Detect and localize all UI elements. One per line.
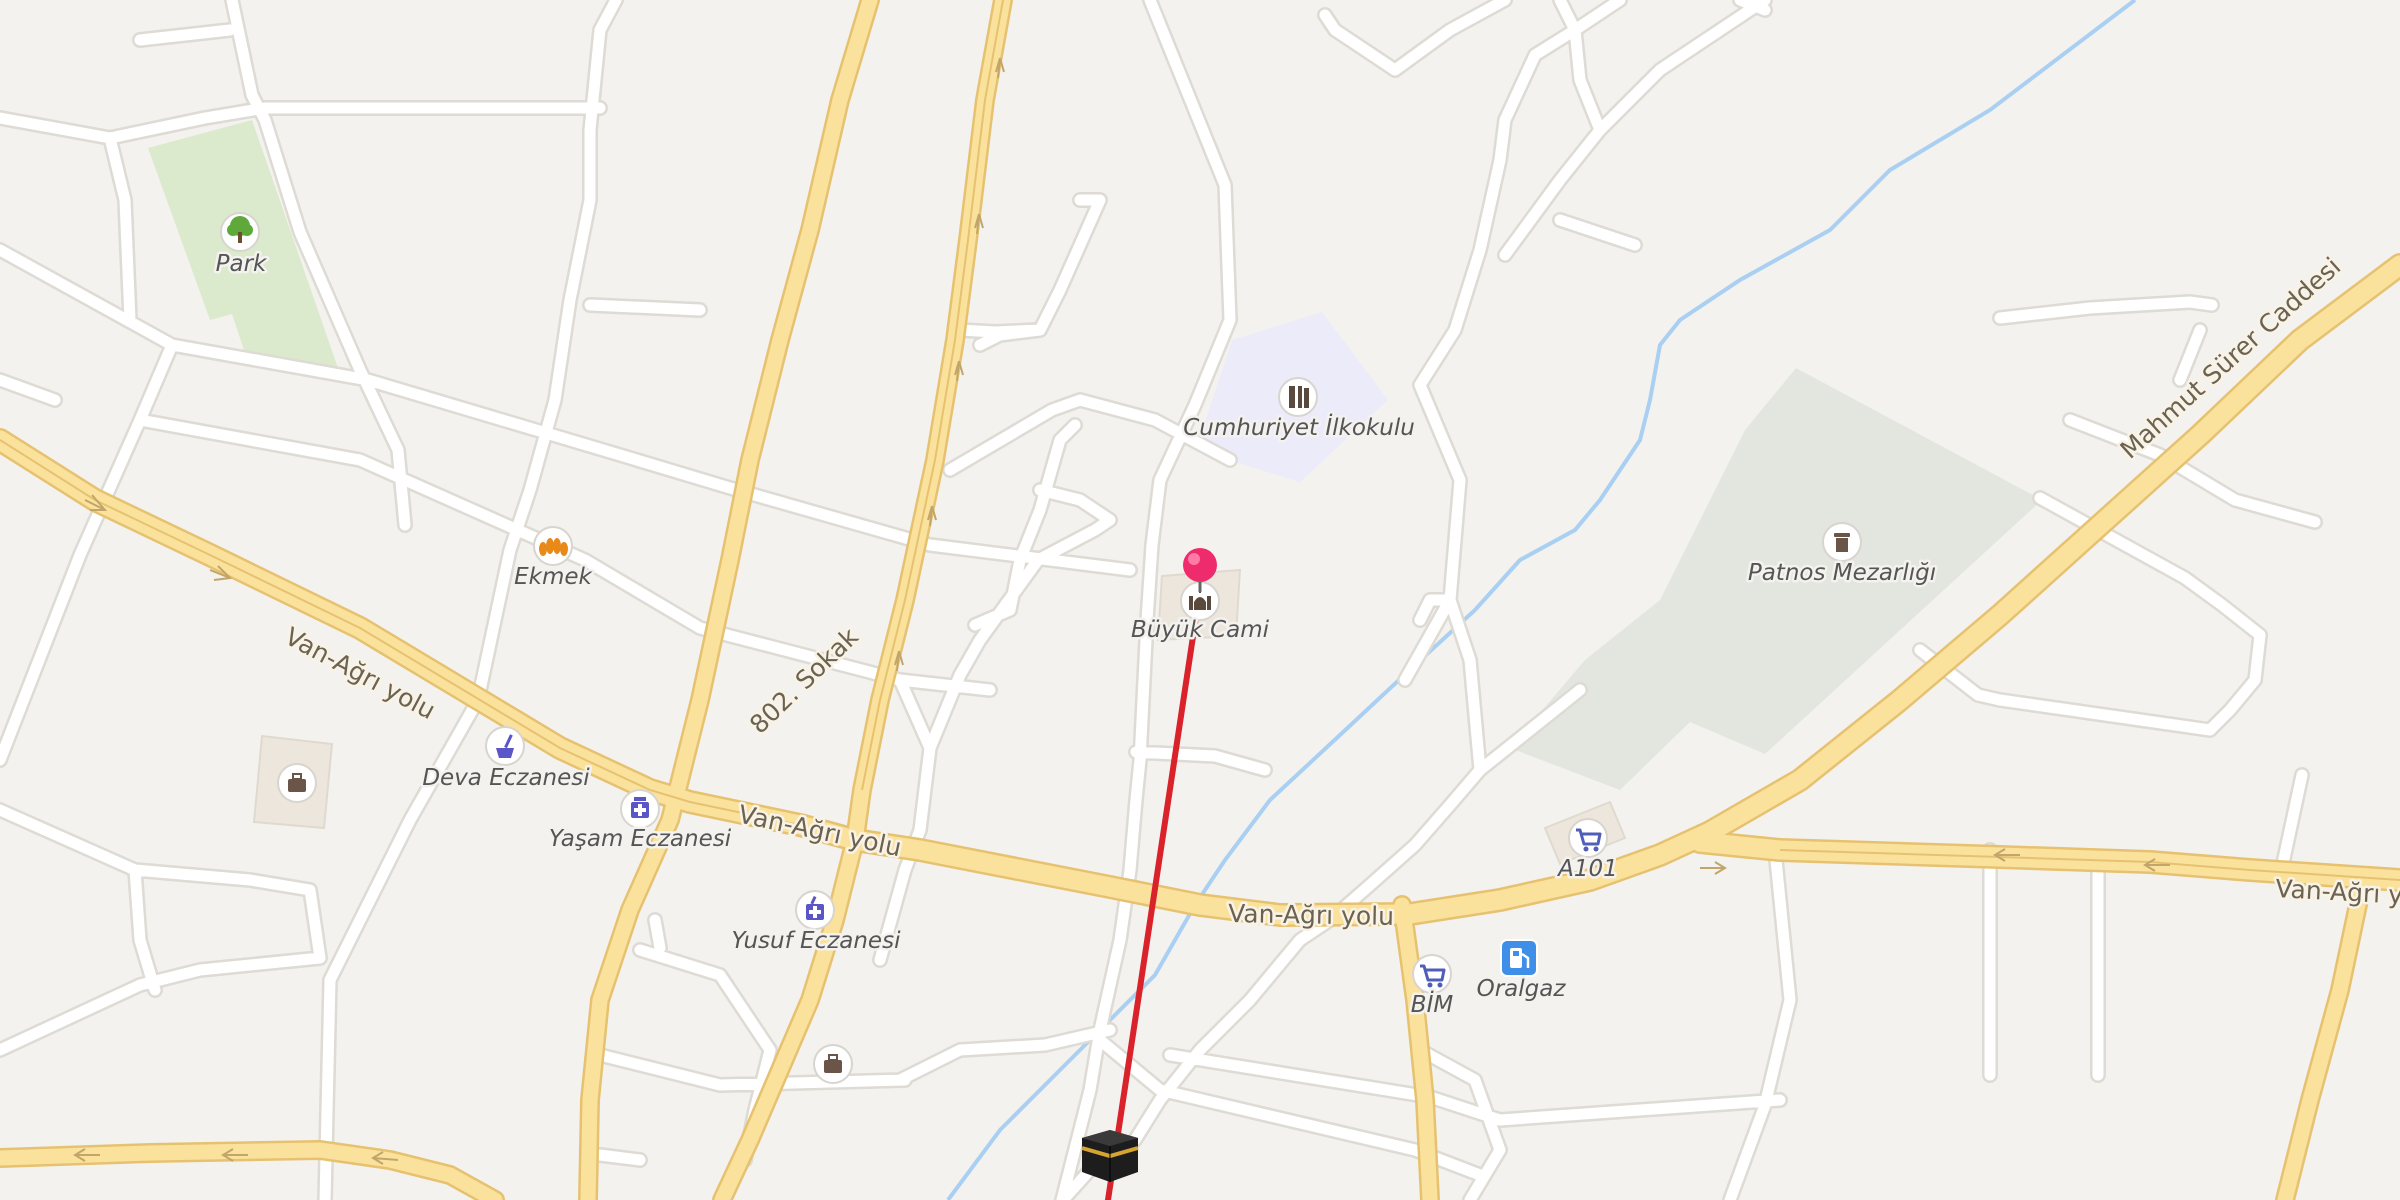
poi-place-south[interactable] (813, 1044, 853, 1084)
poi-label-fuel: Oralgaz (1477, 976, 1567, 1002)
poi-shop-bim[interactable]: BİM (1408, 954, 1456, 1021)
school-icon (1289, 386, 1309, 408)
poi-label-cemetery: Patnos Mezarlığı (1748, 560, 1936, 586)
kaaba-icon[interactable] (1081, 1130, 1139, 1182)
grave-icon (1834, 533, 1850, 552)
poi-label-mosque: Büyük Cami (1131, 617, 1270, 643)
poi-label-pharmacy-yusuf: Yusuf Eczanesi (732, 928, 902, 954)
poi-label-park: Park (216, 251, 268, 277)
poi-place-west[interactable] (277, 763, 317, 803)
poi-label-pharmacy-deva: Deva Eczanesi (422, 765, 590, 791)
poi-label-pharmacy-yasam: Yaşam Eczanesi (549, 826, 732, 852)
poi-label-school: Cumhuriyet İlkokulu (1183, 413, 1415, 441)
poi-label-shop-a101: A101 (1556, 856, 1618, 882)
road-label-van-agri-east: Van-Ağrı yolu (1228, 899, 1394, 931)
poi-label-bakery: Ekmek (514, 564, 593, 590)
map-canvas[interactable]: Van-Ağrı yolu Van-Ağrı yolu Van-Ağrı yol… (0, 0, 2400, 1200)
poi-label-shop-bim: BİM (1411, 990, 1454, 1018)
